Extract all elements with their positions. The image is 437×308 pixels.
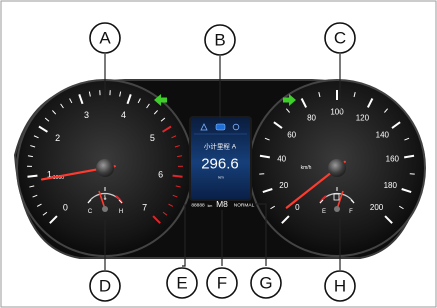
speedometer-label: 200: [370, 203, 384, 212]
major-tick: [27, 174, 38, 178]
svg-text:A: A: [99, 29, 111, 48]
tachometer-label: 7: [142, 203, 147, 213]
drive-mode: NORMAL: [234, 203, 255, 209]
temp-low-label: C: [88, 209, 93, 215]
callout-B: B: [204, 24, 236, 56]
callout-H: H: [324, 270, 356, 302]
major-tick: [172, 174, 183, 178]
trip-label: 小计里程 A: [204, 142, 237, 151]
speedometer-unit: km/h: [301, 165, 312, 171]
svg-text:G: G: [259, 274, 272, 293]
callout-D: D: [89, 270, 121, 302]
callout-C: C: [324, 22, 356, 54]
trip-value: 296.6: [201, 156, 239, 173]
speedometer-label: 20: [279, 181, 288, 190]
speedometer-label: 140: [376, 131, 390, 140]
speedometer-label: 100: [330, 108, 344, 117]
speedometer-label: 0: [295, 203, 300, 212]
fuel-low-label: E: [322, 209, 326, 215]
callout-F: F: [206, 267, 238, 299]
svg-text:H: H: [334, 277, 346, 296]
callout-E: E: [166, 267, 198, 299]
svg-text:E: E: [176, 274, 187, 293]
callout-G: G: [250, 267, 282, 299]
callout-A: A: [89, 22, 121, 54]
tachometer-label: 3: [84, 110, 89, 120]
status-indicator-icon: [215, 123, 226, 131]
speedometer-label: 180: [384, 181, 398, 190]
svg-text:D: D: [99, 277, 111, 296]
tachometer-label: 6: [158, 169, 163, 179]
svg-text:B: B: [214, 31, 225, 50]
svg-text:C: C: [334, 29, 346, 48]
trip-unit: km: [218, 175, 224, 180]
svg-text:F: F: [217, 274, 227, 293]
tachometer-label: 0: [63, 203, 68, 213]
tachometer-label: 2: [55, 133, 60, 143]
speedometer-label: 80: [307, 114, 316, 123]
tachometer-label: 5: [150, 133, 155, 143]
odometer-unit: km: [208, 204, 213, 208]
thermometer-icon: 🌡: [102, 194, 108, 201]
odometer-value: 88888: [191, 203, 205, 209]
center-display: 小计里程 A 296.6 km: [189, 116, 252, 201]
instrument-cluster-diagram: 0123 4567 020406080100120140160180200 ×10…: [0, 0, 437, 308]
speedometer-label: 160: [386, 155, 400, 164]
temp-high-label: H: [119, 209, 123, 215]
speedometer-label: 60: [287, 131, 296, 140]
tachometer-hub: [96, 159, 114, 177]
speedometer-label: 40: [277, 155, 286, 164]
tachometer-label: 4: [121, 110, 126, 120]
speedometer-label: 120: [356, 114, 370, 123]
speedometer-hub: [328, 159, 346, 177]
gear-indicator: M8: [216, 199, 228, 209]
fuel-high-label: F: [349, 209, 353, 215]
